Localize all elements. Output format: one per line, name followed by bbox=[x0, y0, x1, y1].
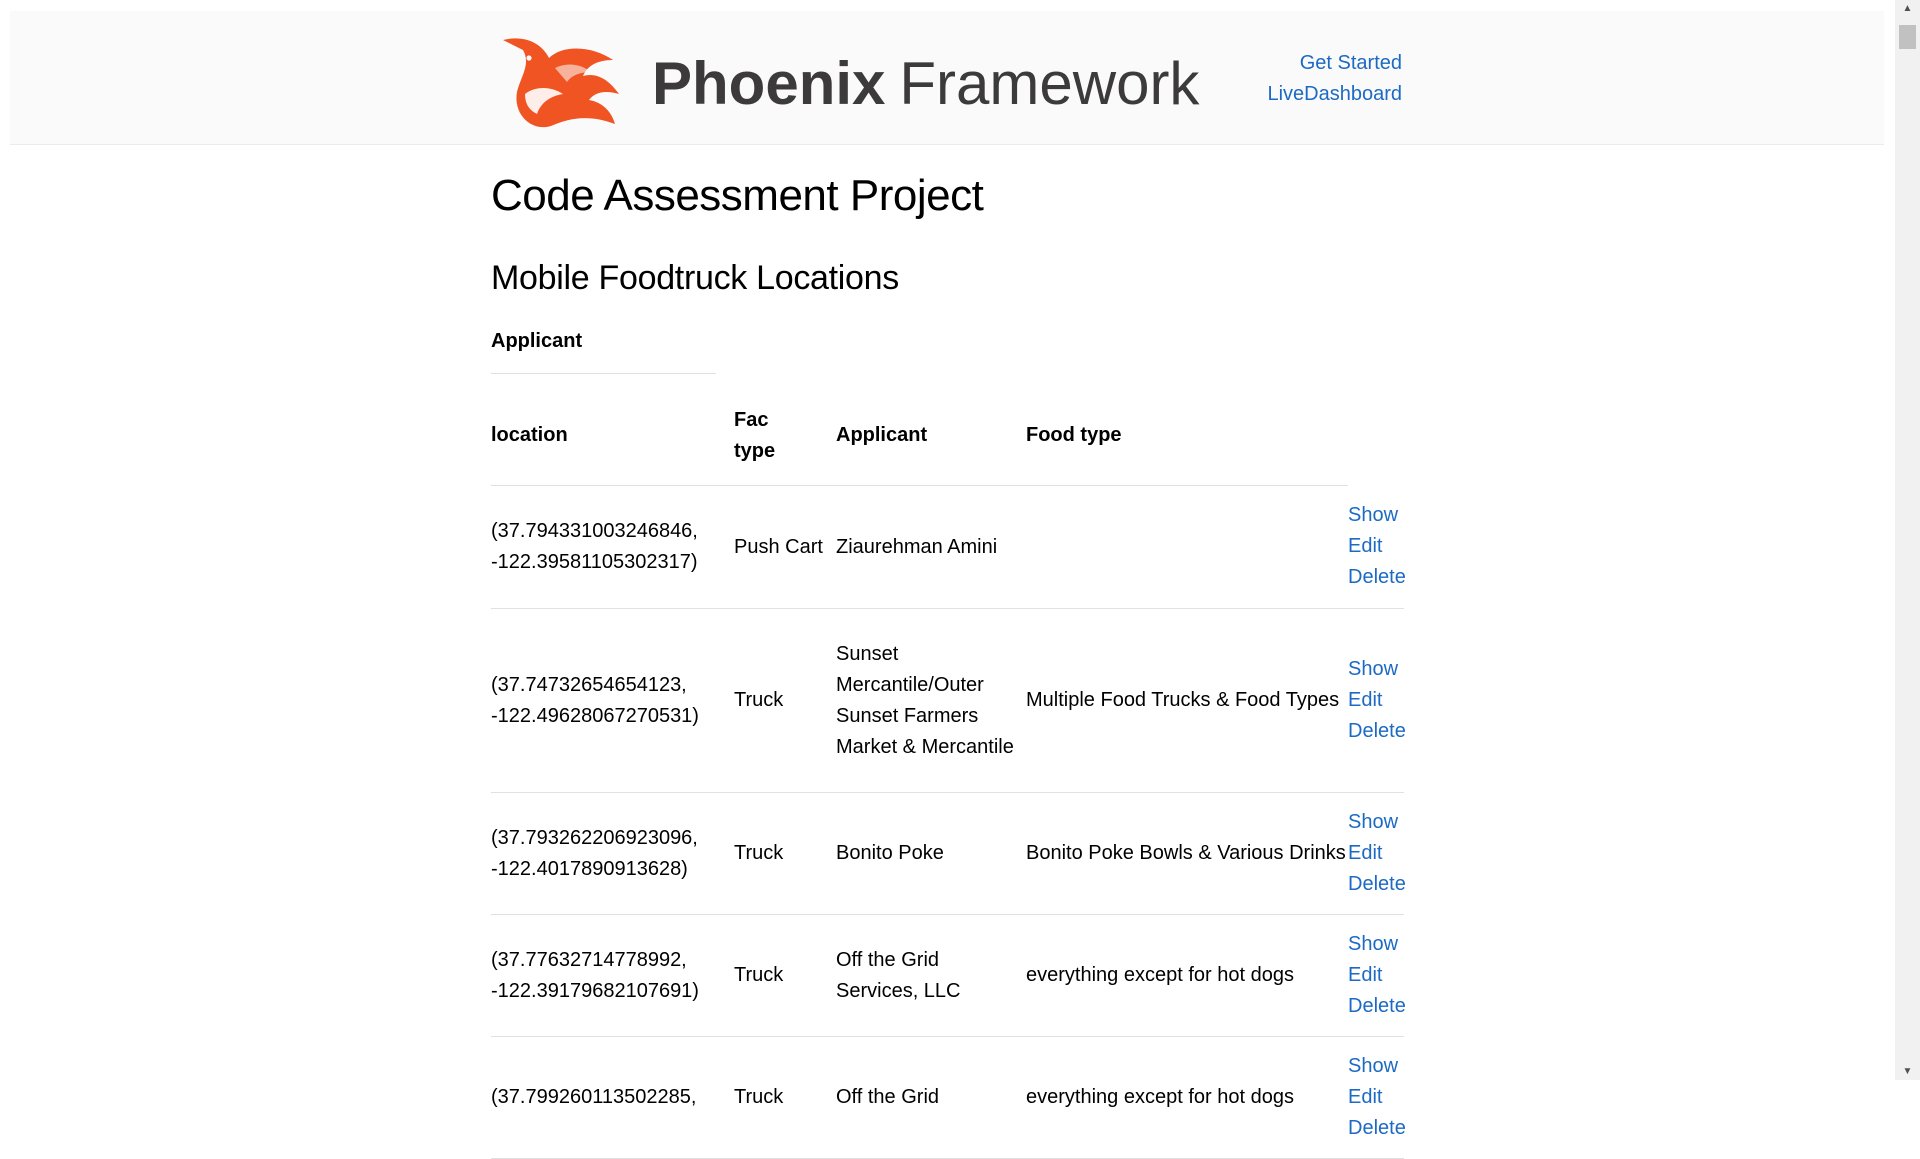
cell-food-type: everything except for hot dogs bbox=[1026, 914, 1348, 1037]
column-header-fac-type-label: Fac type bbox=[734, 408, 776, 462]
header-nav: Get Started LiveDashboard bbox=[1267, 48, 1402, 110]
cell-location: (37.793262206923096, -122.4017890913628) bbox=[491, 792, 734, 915]
edit-link[interactable]: Edit bbox=[1348, 531, 1404, 562]
arrow-down-icon[interactable]: ▼ bbox=[1895, 1063, 1920, 1080]
phoenix-bird-icon bbox=[503, 38, 619, 128]
cell-location: (37.77632714778992, -122.39179682107691) bbox=[491, 914, 734, 1037]
main-content: Code Assessment Project Mobile Foodtruck… bbox=[491, 160, 1406, 1159]
table-row: (37.799260113502285, Truck Off the Grid … bbox=[491, 1036, 1406, 1159]
table-row: (37.794331003246846, -122.39581105302317… bbox=[491, 485, 1406, 609]
nav-livedashboard-link[interactable]: LiveDashboard bbox=[1267, 79, 1402, 110]
cell-location: (37.794331003246846, -122.39581105302317… bbox=[491, 485, 734, 609]
edit-link[interactable]: Edit bbox=[1348, 685, 1404, 716]
show-link[interactable]: Show bbox=[1348, 807, 1404, 838]
scrollbar-thumb[interactable] bbox=[1899, 25, 1916, 49]
arrow-up-icon[interactable]: ▲ bbox=[1895, 0, 1920, 17]
cell-applicant: Off the Grid Services, LLC bbox=[836, 914, 1026, 1037]
cell-fac-type: Truck bbox=[734, 608, 836, 793]
page-header: Phoenix Framework Get Started LiveDashboa… bbox=[10, 11, 1884, 145]
sort-label: Applicant bbox=[491, 330, 583, 352]
delete-link[interactable]: Delete bbox=[1348, 1113, 1406, 1144]
cell-applicant: Bonito Poke bbox=[836, 792, 1026, 915]
show-link[interactable]: Show bbox=[1348, 1051, 1404, 1082]
table-header-row: location Fac type Applicant Food type bbox=[491, 386, 1404, 486]
edit-link[interactable]: Edit bbox=[1348, 960, 1404, 991]
table-row: (37.74732654654123, -122.49628067270531)… bbox=[491, 608, 1406, 793]
show-link[interactable]: Show bbox=[1348, 929, 1404, 960]
delete-link[interactable]: Delete bbox=[1348, 991, 1406, 1022]
cell-food-type: everything except for hot dogs bbox=[1026, 1036, 1348, 1159]
show-link[interactable]: Show bbox=[1348, 654, 1404, 685]
cell-fac-type: Truck bbox=[734, 1036, 836, 1159]
page-subtitle: Mobile Foodtruck Locations bbox=[491, 259, 899, 297]
cell-applicant: Off the Grid bbox=[836, 1036, 1026, 1159]
cell-applicant: Sunset Mercantile/Outer Sunset Farmers M… bbox=[836, 608, 1026, 793]
show-link[interactable]: Show bbox=[1348, 500, 1404, 531]
phoenix-logo[interactable]: Phoenix Framework bbox=[501, 34, 1199, 134]
column-header-food-type: Food type bbox=[1026, 386, 1348, 486]
table-row: (37.793262206923096, -122.4017890913628)… bbox=[491, 792, 1406, 915]
delete-link[interactable]: Delete bbox=[1348, 716, 1406, 747]
cell-actions: Show Edit Delete bbox=[1348, 1036, 1406, 1159]
cell-location: (37.74732654654123, -122.49628067270531) bbox=[491, 608, 734, 793]
column-header-actions bbox=[1348, 386, 1404, 486]
cell-actions: Show Edit Delete bbox=[1348, 485, 1406, 609]
cell-location: (37.799260113502285, bbox=[491, 1036, 734, 1159]
page-title: Code Assessment Project bbox=[491, 171, 984, 220]
logo-text-bold: Phoenix bbox=[652, 50, 886, 117]
edit-link[interactable]: Edit bbox=[1348, 838, 1404, 869]
divider bbox=[491, 373, 716, 374]
cell-actions: Show Edit Delete bbox=[1348, 608, 1406, 793]
vertical-scrollbar[interactable]: ▲ ▼ bbox=[1895, 0, 1920, 1080]
foodtruck-table: location Fac type Applicant Food type (3… bbox=[491, 386, 1406, 1159]
cell-fac-type: Truck bbox=[734, 914, 836, 1037]
cell-food-type: Bonito Poke Bowls & Various Drinks bbox=[1026, 792, 1348, 915]
column-header-fac-type: Fac type bbox=[734, 386, 836, 486]
table-row: (37.77632714778992, -122.39179682107691)… bbox=[491, 914, 1406, 1037]
nav-get-started-link[interactable]: Get Started bbox=[1267, 48, 1402, 79]
delete-link[interactable]: Delete bbox=[1348, 562, 1406, 593]
cell-actions: Show Edit Delete bbox=[1348, 792, 1406, 915]
cell-food-type bbox=[1026, 485, 1348, 609]
delete-link[interactable]: Delete bbox=[1348, 869, 1406, 900]
logo-text: Phoenix Framework bbox=[652, 54, 1199, 114]
column-header-location: location bbox=[491, 386, 734, 486]
cell-food-type: Multiple Food Trucks & Food Types bbox=[1026, 608, 1348, 793]
cell-actions: Show Edit Delete bbox=[1348, 914, 1406, 1037]
cell-applicant: Ziaurehman Amini bbox=[836, 485, 1026, 609]
cell-fac-type: Truck bbox=[734, 792, 836, 915]
logo-text-light: Framework bbox=[899, 50, 1200, 117]
cell-fac-type: Push Cart bbox=[734, 485, 836, 609]
column-header-applicant: Applicant bbox=[836, 386, 1026, 486]
edit-link[interactable]: Edit bbox=[1348, 1082, 1404, 1113]
